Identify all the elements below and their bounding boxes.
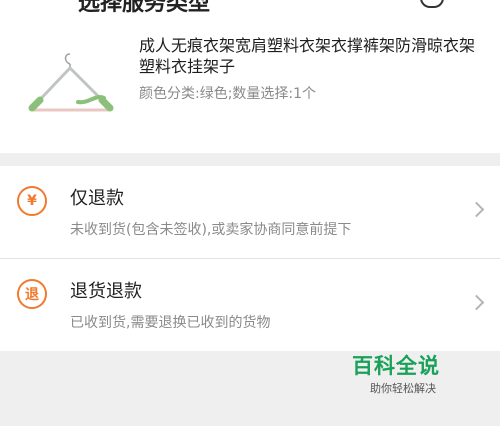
option-label: 仅退款 — [70, 188, 124, 209]
watermark-title: 百科全说 — [352, 354, 440, 378]
option-refund-only[interactable]: ¥ 仅退款 未收到货(包含未签收),或卖家协商同意前提下 — [0, 166, 500, 259]
watermark-subtitle: 助你轻松解决 — [370, 382, 436, 395]
top-header: 选择服务类型 — [0, 0, 500, 22]
return-circle-icon: 退 — [17, 279, 47, 309]
header-action-icon[interactable] — [420, 0, 444, 8]
chevron-right-icon — [468, 201, 485, 218]
product-spec: 颜色分类:绿色;数量选择:1个 — [139, 86, 317, 102]
product-name: 成人无痕衣架宽肩塑料衣架衣撑裤架防滑晾衣架塑料衣挂架子 — [139, 36, 476, 76]
chevron-right-icon — [468, 294, 485, 311]
product-card: 成人无痕衣架宽肩塑料衣架衣撑裤架防滑晾衣架塑料衣挂架子 颜色分类:绿色;数量选择… — [0, 22, 500, 153]
clothes-hanger-image — [28, 53, 114, 112]
option-return-and-refund[interactable]: 退 退货退款 已收到货,需要退换已收到的货物 — [0, 259, 500, 351]
page-title: 选择服务类型 — [78, 0, 211, 16]
option-description: 已收到货,需要退换已收到的货物 — [70, 315, 271, 331]
section-divider — [0, 153, 500, 166]
option-description: 未收到货(包含未签收),或卖家协商同意前提下 — [70, 222, 352, 238]
yen-circle-icon: ¥ — [17, 186, 47, 216]
option-label: 退货退款 — [70, 281, 142, 302]
watermark-logo: 百科全说 助你轻松解决 — [348, 352, 466, 400]
